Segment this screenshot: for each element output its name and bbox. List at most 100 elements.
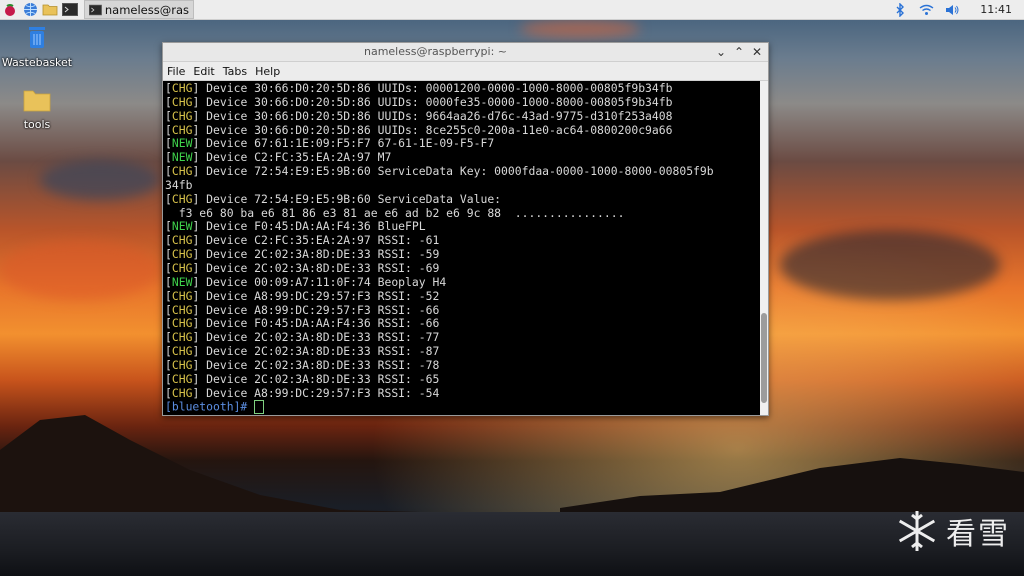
browser-icon[interactable]	[20, 0, 40, 19]
terminal-icon	[89, 4, 102, 15]
event-tag: CHG	[171, 371, 193, 386]
sky-cloud	[780, 230, 1000, 300]
watermark: 看雪	[894, 508, 1010, 554]
menu-tabs[interactable]: Tabs	[219, 65, 251, 78]
terminal-line: [CHG] Device 72:54:E9:E5:9B:60 ServiceDa…	[165, 164, 714, 179]
watermark-text: 看雪	[946, 517, 1010, 552]
line-text: Device 2C:02:3A:8D:DE:33 RSSI: -69	[199, 260, 440, 275]
event-tag: NEW	[171, 136, 193, 151]
terminal-line: [CHG] Device A8:99:DC:29:57:F3 RSSI: -52	[165, 288, 440, 303]
taskbar-terminal-task[interactable]: nameless@rasp	[84, 0, 194, 19]
menubar: File Edit Tabs Help	[163, 62, 768, 81]
terminal-line: [CHG] Device 2C:02:3A:8D:DE:33 RSSI: -77	[165, 330, 440, 345]
event-tag: CHG	[171, 81, 193, 95]
lake	[0, 512, 1024, 576]
event-tag: CHG	[171, 94, 193, 109]
event-tag: CHG	[171, 344, 193, 359]
taskbar-task-label: nameless@rasp	[104, 2, 189, 17]
desktop-icon-label: tools	[23, 118, 51, 131]
terminal-line: [NEW] Device F0:45:DA:AA:F4:36 BlueFPL	[165, 219, 426, 234]
terminal-output[interactable]: [CHG] Device 30:66:D0:20:5D:86 UUIDs: 00…	[163, 81, 760, 415]
line-text: Device 2C:02:3A:8D:DE:33 RSSI: -65	[199, 371, 440, 386]
volume-icon[interactable]	[942, 0, 962, 19]
file-manager-icon[interactable]	[40, 0, 60, 19]
desktop-icon-wastebasket[interactable]: Wastebasket	[0, 24, 74, 69]
event-tag: CHG	[171, 385, 193, 400]
terminal-window: nameless@raspberrypi: ~ ⌄ ⌃ ✕ File Edit …	[162, 42, 769, 416]
terminal-launcher-icon[interactable]	[60, 0, 80, 19]
mountains	[0, 415, 1024, 512]
menu-file[interactable]: File	[163, 65, 189, 78]
raspberry-menu-icon[interactable]	[0, 0, 20, 19]
event-tag: CHG	[171, 191, 193, 206]
terminal-line: [CHG] Device 72:54:E9:E5:9B:60 ServiceDa…	[165, 191, 502, 206]
scrollbar-thumb[interactable]	[761, 313, 767, 403]
line-text: Device 30:66:D0:20:5D:86 UUIDs: 00001200…	[199, 81, 673, 95]
terminal-scrollbar[interactable]	[760, 81, 768, 415]
terminal-line: [CHG] Device 2C:02:3A:8D:DE:33 RSSI: -65	[165, 371, 440, 386]
line-text: Device C2:FC:35:EA:2A:97 M7	[199, 150, 392, 165]
menu-help[interactable]: Help	[251, 65, 284, 78]
line-text: Device A8:99:DC:29:57:F3 RSSI: -54	[199, 385, 440, 400]
event-tag: CHG	[171, 260, 193, 275]
line-text: Device 00:09:A7:11:0F:74 Beoplay H4	[199, 274, 447, 289]
terminal-line: f3 e6 80 ba e6 81 86 e3 81 ae e6 ad b2 e…	[165, 205, 758, 221]
event-tag: CHG	[171, 233, 193, 248]
event-tag: NEW	[171, 150, 193, 165]
line-text: Device 2C:02:3A:8D:DE:33 RSSI: -87	[199, 344, 440, 359]
terminal-line: [NEW] Device 00:09:A7:11:0F:74 Beoplay H…	[165, 274, 447, 289]
bluetooth-prompt: [bluetooth]#	[165, 399, 255, 414]
event-tag: CHG	[171, 288, 193, 303]
line-text: Device F0:45:DA:AA:F4:36 BlueFPL	[199, 219, 426, 234]
text-cursor	[254, 400, 265, 415]
window-title: nameless@raspberrypi: ~	[363, 45, 508, 58]
maximize-icon[interactable]: ⌃	[730, 43, 748, 61]
line-text: Device 2C:02:3A:8D:DE:33 RSSI: -77	[199, 330, 440, 345]
bluetooth-icon[interactable]	[890, 0, 910, 19]
window-titlebar[interactable]: nameless@raspberrypi: ~ ⌄ ⌃ ✕	[163, 43, 768, 62]
terminal-line: [CHG] Device 2C:02:3A:8D:DE:33 RSSI: -87	[165, 344, 440, 359]
terminal-line: [CHG] Device 2C:02:3A:8D:DE:33 RSSI: -78	[165, 357, 440, 372]
terminal-line: [CHG] Device 30:66:D0:20:5D:86 UUIDs: 00…	[165, 81, 673, 95]
desktop-icon-tools[interactable]: tools	[0, 88, 74, 131]
event-tag: NEW	[171, 274, 193, 289]
line-text: Device 72:54:E9:E5:9B:60 ServiceData Key…	[199, 164, 714, 179]
sky-cloud	[40, 160, 160, 200]
line-text: Device 30:66:D0:20:5D:86 UUIDs: 0000fe35…	[199, 94, 673, 109]
chevron-down-icon[interactable]: ⌄	[712, 43, 730, 61]
line-text: Device 67:61:1E:09:F5:F7 67-61-1E-09-F5-…	[199, 136, 495, 151]
line-text: Device C2:FC:35:EA:2A:97 RSSI: -61	[199, 233, 440, 248]
terminal-line: [CHG] Device 30:66:D0:20:5D:86 UUIDs: 96…	[165, 108, 673, 123]
event-tag: CHG	[171, 122, 193, 137]
snowflake-icon	[898, 511, 936, 551]
sky-cloud	[520, 20, 640, 38]
line-text: Device 2C:02:3A:8D:DE:33 RSSI: -78	[199, 357, 440, 372]
event-tag: CHG	[171, 357, 193, 372]
clock[interactable]: 11:41	[980, 3, 1012, 16]
system-tray: 11:41	[890, 0, 1024, 19]
terminal-line: [CHG] Device 30:66:D0:20:5D:86 UUIDs: 00…	[165, 94, 673, 109]
sky-cloud	[0, 240, 160, 300]
terminal-line: [CHG] Device 2C:02:3A:8D:DE:33 RSSI: -69	[165, 260, 440, 275]
line-text: Device A8:99:DC:29:57:F3 RSSI: -52	[199, 288, 440, 303]
line-text: Device A8:99:DC:29:57:F3 RSSI: -66	[199, 302, 440, 317]
prompt-line[interactable]: [bluetooth]#	[165, 399, 758, 415]
terminal-line: [CHG] Device 2C:02:3A:8D:DE:33 RSSI: -59	[165, 247, 440, 262]
event-tag: CHG	[171, 247, 193, 262]
event-tag: CHG	[171, 330, 193, 345]
menu-edit[interactable]: Edit	[189, 65, 218, 78]
line-text: Device 2C:02:3A:8D:DE:33 RSSI: -59	[199, 247, 440, 262]
terminal-line: [CHG] Device C2:FC:35:EA:2A:97 RSSI: -61	[165, 233, 440, 248]
terminal-line: [CHG] Device 30:66:D0:20:5D:86 UUIDs: 8c…	[165, 122, 673, 137]
event-tag: CHG	[171, 316, 193, 331]
event-tag: CHG	[171, 164, 193, 179]
line-text: Device 30:66:D0:20:5D:86 UUIDs: 9664aa26…	[199, 108, 673, 123]
wifi-icon[interactable]	[916, 0, 936, 19]
event-tag: CHG	[171, 108, 193, 123]
close-icon[interactable]: ✕	[748, 43, 766, 61]
line-text: Device 72:54:E9:E5:9B:60 ServiceData Val…	[199, 191, 502, 206]
taskbar: nameless@rasp 11:41	[0, 0, 1024, 20]
line-text: f3 e6 80 ba e6 81 86 e3 81 ae e6 ad b2 e…	[165, 205, 625, 220]
event-tag: CHG	[171, 302, 193, 317]
terminal-line: [NEW] Device C2:FC:35:EA:2A:97 M7	[165, 150, 392, 165]
